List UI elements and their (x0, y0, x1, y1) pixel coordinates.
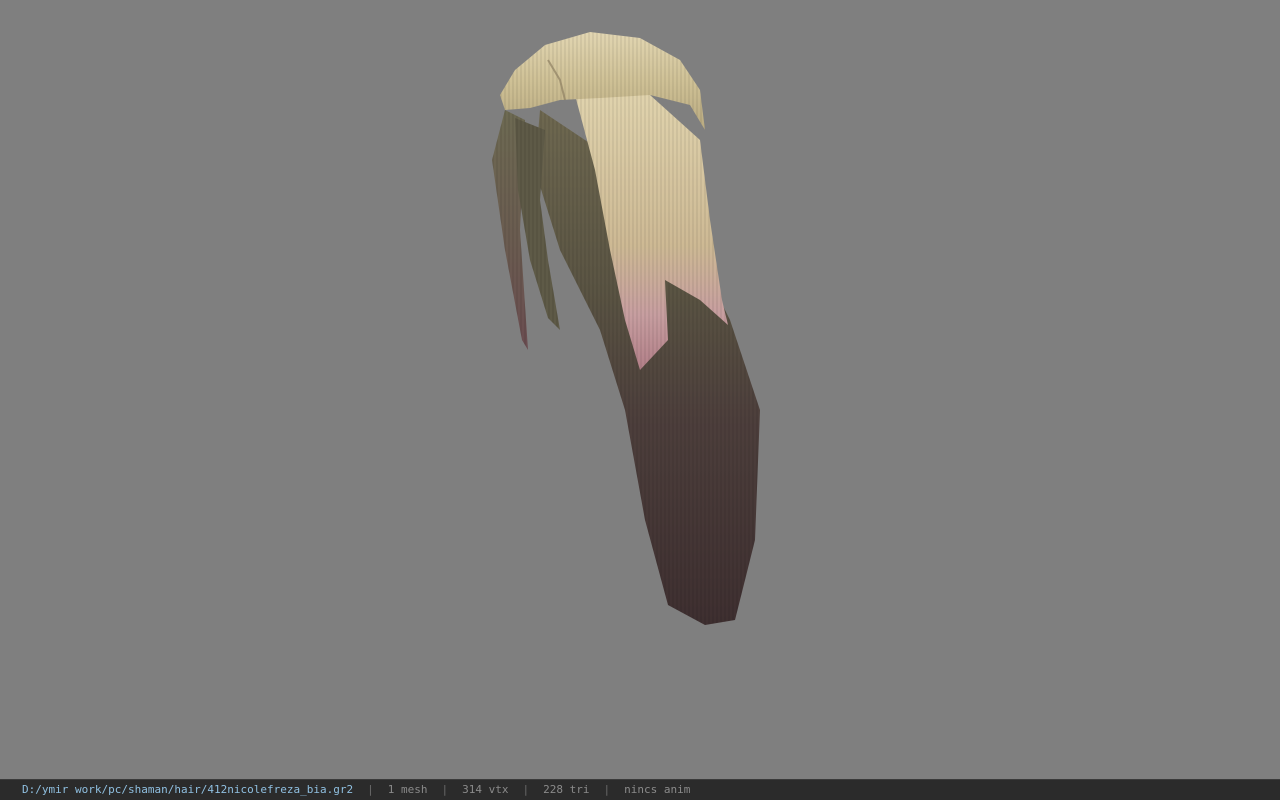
status-bar: D:/ymir work/pc/shaman/hair/412nicolefre… (0, 779, 1280, 800)
separator: | (441, 783, 449, 796)
triangle-count-label: 228 tri (543, 783, 590, 796)
separator: | (522, 783, 530, 796)
file-path-label: D:/ymir work/pc/shaman/hair/412nicolefre… (22, 783, 354, 796)
3d-viewport[interactable] (0, 0, 1280, 779)
anim-status-label: nincs anim (624, 783, 691, 796)
separator: | (603, 783, 611, 796)
separator: | (367, 783, 374, 796)
mesh-count-label: 1 mesh (387, 783, 428, 796)
vertex-count-label: 314 vtx (462, 783, 509, 796)
hair-model-render[interactable] (0, 0, 1280, 779)
